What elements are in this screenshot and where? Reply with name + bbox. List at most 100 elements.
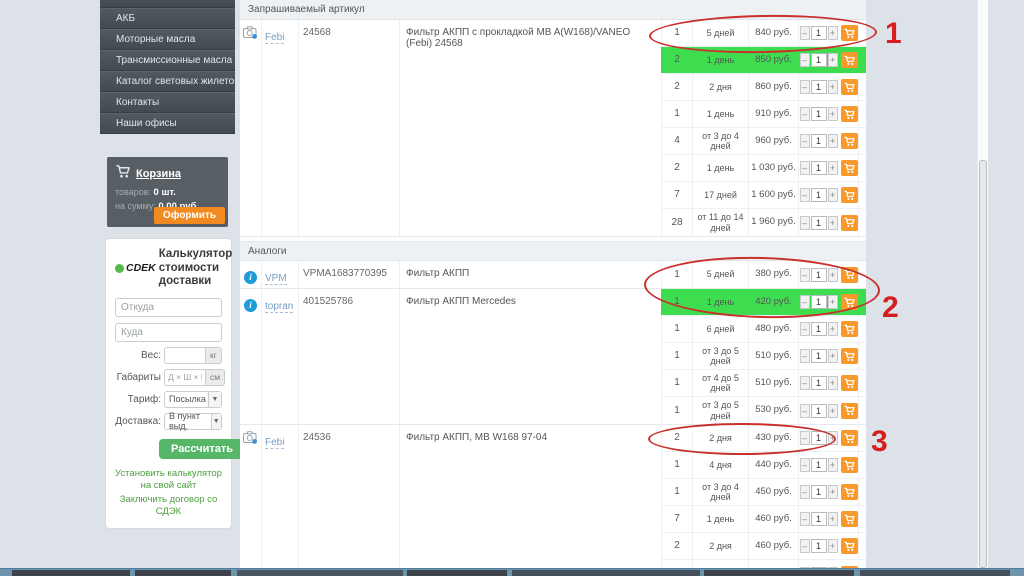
dims-input[interactable] — [164, 369, 206, 386]
qty-decrease-button[interactable]: – — [800, 539, 810, 553]
weight-input[interactable] — [164, 347, 206, 364]
qty-increase-button[interactable]: + — [828, 349, 838, 363]
qty-increase-button[interactable]: + — [828, 295, 838, 309]
delivery-select[interactable]: В пункт выд. ▼ — [164, 413, 222, 430]
add-to-cart-button[interactable] — [841, 187, 858, 203]
qty-decrease-button[interactable]: – — [800, 53, 810, 67]
sidebar-item-clipped[interactable] — [100, 0, 235, 8]
add-to-cart-button[interactable] — [841, 294, 858, 310]
qty-increase-button[interactable]: + — [828, 404, 838, 418]
sidebar-item[interactable]: Каталог световых жилетов — [100, 71, 235, 92]
qty-increase-button[interactable]: + — [828, 431, 838, 445]
qty-input[interactable] — [811, 161, 827, 175]
add-to-cart-button[interactable] — [841, 106, 858, 122]
qty-input[interactable] — [811, 107, 827, 121]
cart-link[interactable]: Корзина — [136, 168, 181, 180]
qty-input[interactable] — [811, 80, 827, 94]
qty-increase-button[interactable]: + — [828, 53, 838, 67]
qty-increase-button[interactable]: + — [828, 188, 838, 202]
add-to-cart-button[interactable] — [841, 511, 858, 527]
cdek-contract-link[interactable]: Заключить договор со СДЭК — [115, 494, 222, 518]
qty-input[interactable] — [811, 134, 827, 148]
info-icon[interactable]: i — [244, 271, 257, 284]
qty-input[interactable] — [811, 539, 827, 553]
checkout-button[interactable]: Оформить — [154, 207, 225, 224]
qty-input[interactable] — [811, 216, 827, 230]
sidebar-item[interactable]: АКБ — [100, 8, 235, 29]
brand-link[interactable]: Febi — [265, 437, 284, 449]
qty-input[interactable] — [811, 485, 827, 499]
add-to-cart-button[interactable] — [841, 133, 858, 149]
qty-input[interactable] — [811, 53, 827, 67]
sidebar-item[interactable]: Моторные масла — [100, 29, 235, 50]
qty-increase-button[interactable]: + — [828, 485, 838, 499]
add-to-cart-button[interactable] — [841, 215, 858, 231]
qty-input[interactable] — [811, 458, 827, 472]
qty-decrease-button[interactable]: – — [800, 485, 810, 499]
brand-link[interactable]: Febi — [265, 32, 284, 44]
scrollbar[interactable] — [977, 0, 988, 576]
qty-decrease-button[interactable]: – — [800, 268, 810, 282]
add-to-cart-button[interactable] — [841, 79, 858, 95]
qty-increase-button[interactable]: + — [828, 134, 838, 148]
qty-decrease-button[interactable]: – — [800, 349, 810, 363]
qty-decrease-button[interactable]: – — [800, 80, 810, 94]
add-to-cart-button[interactable] — [841, 457, 858, 473]
calculate-button[interactable]: Рассчитать — [159, 439, 245, 459]
qty-increase-button[interactable]: + — [828, 216, 838, 230]
qty-decrease-button[interactable]: – — [800, 458, 810, 472]
qty-increase-button[interactable]: + — [828, 80, 838, 94]
qty-increase-button[interactable]: + — [828, 107, 838, 121]
add-to-cart-button[interactable] — [841, 25, 858, 41]
sidebar-item[interactable]: Наши офисы — [100, 113, 235, 134]
qty-input[interactable] — [811, 188, 827, 202]
qty-decrease-button[interactable]: – — [800, 376, 810, 390]
qty-decrease-button[interactable]: – — [800, 188, 810, 202]
to-input[interactable] — [115, 323, 222, 342]
sidebar-item[interactable]: Контакты — [100, 92, 235, 113]
from-input[interactable] — [115, 298, 222, 317]
install-calculator-link[interactable]: Установить калькулятор на свой сайт — [115, 468, 222, 492]
qty-increase-button[interactable]: + — [828, 512, 838, 526]
qty-decrease-button[interactable]: – — [800, 295, 810, 309]
qty-decrease-button[interactable]: – — [800, 512, 810, 526]
qty-input[interactable] — [811, 431, 827, 445]
qty-input[interactable] — [811, 295, 827, 309]
info-icon[interactable]: i — [244, 299, 257, 312]
add-to-cart-button[interactable] — [841, 403, 858, 419]
camera-icon[interactable] — [243, 431, 258, 449]
qty-increase-button[interactable]: + — [828, 539, 838, 553]
brand-link[interactable]: VPM — [265, 273, 287, 285]
add-to-cart-button[interactable] — [841, 430, 858, 446]
qty-input[interactable] — [811, 512, 827, 526]
qty-decrease-button[interactable]: – — [800, 161, 810, 175]
add-to-cart-button[interactable] — [841, 160, 858, 176]
tariff-select[interactable]: Посылка ▼ — [164, 391, 222, 408]
qty-increase-button[interactable]: + — [828, 458, 838, 472]
qty-input[interactable] — [811, 322, 827, 336]
qty-increase-button[interactable]: + — [828, 322, 838, 336]
qty-input[interactable] — [811, 404, 827, 418]
qty-increase-button[interactable]: + — [828, 376, 838, 390]
add-to-cart-button[interactable] — [841, 484, 858, 500]
scrollbar-thumb[interactable] — [979, 160, 987, 568]
qty-decrease-button[interactable]: – — [800, 431, 810, 445]
add-to-cart-button[interactable] — [841, 267, 858, 283]
qty-decrease-button[interactable]: – — [800, 107, 810, 121]
add-to-cart-button[interactable] — [841, 348, 858, 364]
add-to-cart-button[interactable] — [841, 375, 858, 391]
qty-decrease-button[interactable]: – — [800, 26, 810, 40]
qty-decrease-button[interactable]: – — [800, 404, 810, 418]
add-to-cart-button[interactable] — [841, 538, 858, 554]
add-to-cart-button[interactable] — [841, 52, 858, 68]
qty-decrease-button[interactable]: – — [800, 216, 810, 230]
qty-input[interactable] — [811, 26, 827, 40]
sidebar-item[interactable]: Трансмиссионные масла — [100, 50, 235, 71]
qty-decrease-button[interactable]: – — [800, 134, 810, 148]
brand-link[interactable]: topran — [265, 301, 293, 313]
camera-icon[interactable] — [243, 26, 258, 44]
qty-increase-button[interactable]: + — [828, 161, 838, 175]
qty-input[interactable] — [811, 349, 827, 363]
add-to-cart-button[interactable] — [841, 321, 858, 337]
qty-decrease-button[interactable]: – — [800, 322, 810, 336]
